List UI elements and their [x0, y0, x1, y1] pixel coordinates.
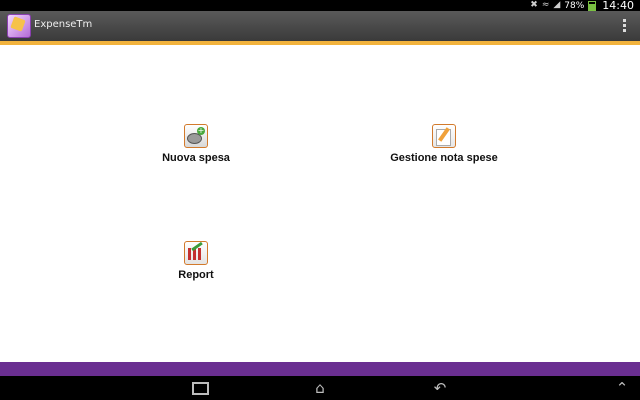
battery-icon	[588, 0, 597, 11]
report-button[interactable]: Report	[166, 241, 226, 281]
action-bar-accent	[0, 41, 640, 45]
new-expense-button[interactable]: + Nuova spesa	[156, 124, 236, 164]
wifi-icon: ≈	[541, 0, 550, 10]
app-title: ExpenseTm	[34, 19, 93, 30]
overflow-dot	[622, 18, 626, 22]
manage-expenses-icon	[432, 124, 456, 148]
new-expense-label: Nuova spesa	[162, 152, 230, 164]
overflow-dot	[622, 23, 626, 27]
action-bar	[0, 11, 640, 41]
manage-expenses-button[interactable]: Gestione nota spese	[380, 124, 508, 164]
status-bar: ✖ ≈ ◢ 78% 14:40	[0, 0, 640, 11]
manage-expenses-label: Gestione nota spese	[390, 152, 498, 164]
report-icon	[184, 241, 208, 265]
recent-apps-icon[interactable]	[188, 378, 212, 398]
home-icon[interactable]: ⌂	[307, 378, 333, 398]
app-logo-icon[interactable]	[7, 14, 31, 38]
battery-percent: 78%	[564, 0, 585, 11]
new-expense-icon: +	[184, 124, 208, 148]
overflow-dot	[622, 28, 626, 32]
back-icon[interactable]: ↶	[428, 378, 452, 398]
status-icons: ✖ ≈ ◢ 78% 14:40	[530, 0, 634, 11]
bottom-band	[0, 362, 640, 376]
mute-icon: ✖	[530, 0, 538, 10]
report-label: Report	[178, 269, 214, 281]
signal-icon: ◢	[553, 0, 561, 10]
clock: 14:40	[602, 0, 634, 12]
overflow-menu-button[interactable]	[617, 15, 631, 35]
up-icon[interactable]: ⌃	[610, 378, 634, 398]
